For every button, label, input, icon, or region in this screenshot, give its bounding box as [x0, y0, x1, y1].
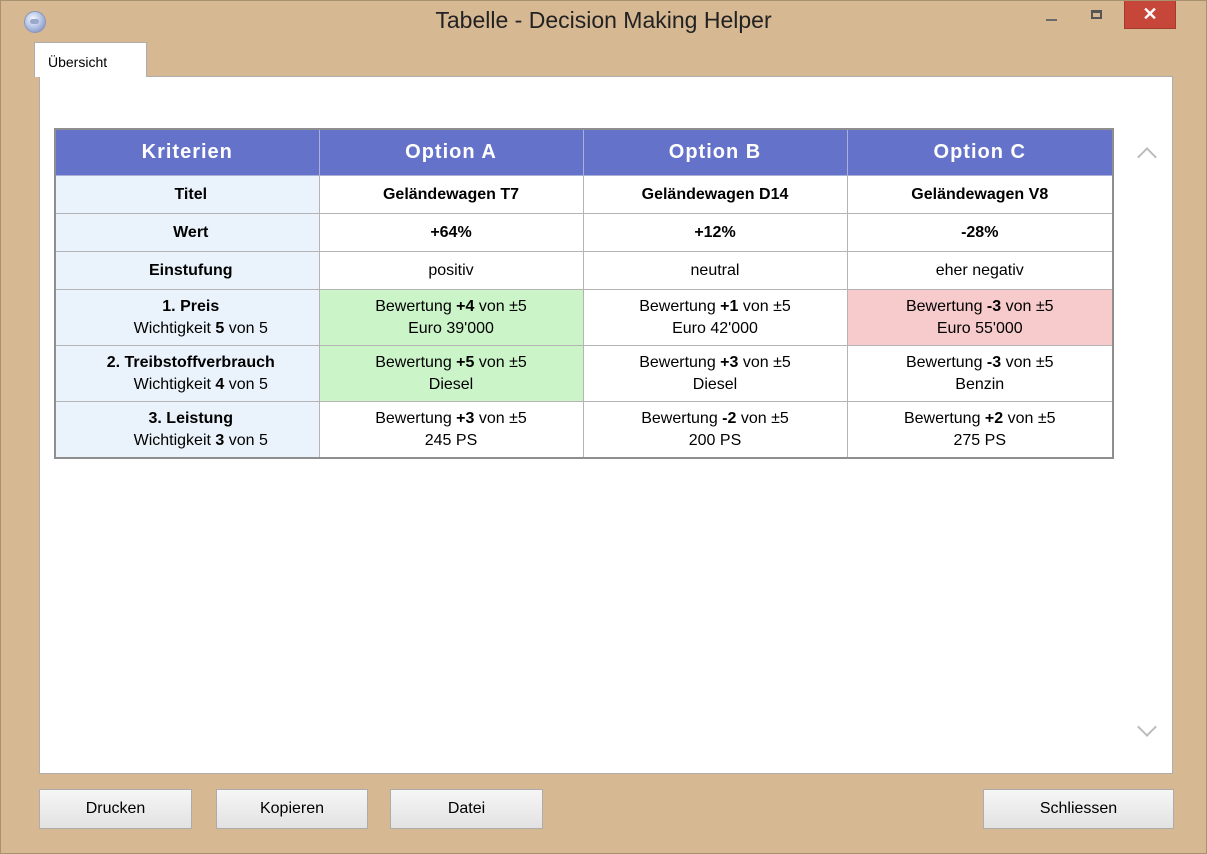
file-button[interactable]: Datei — [390, 789, 543, 829]
cell-title-b: Geländewagen D14 — [582, 175, 848, 214]
header-option-a: Option A — [318, 128, 584, 176]
header-option-c: Option C — [846, 128, 1114, 176]
maximize-button[interactable] — [1076, 1, 1116, 28]
scroll-down-icon[interactable] — [1137, 717, 1157, 737]
cell-title-a: Geländewagen T7 — [318, 175, 584, 214]
close-icon: ✕ — [1142, 4, 1158, 24]
close-button[interactable]: ✕ — [1124, 1, 1176, 29]
cell-wert-c: -28% — [846, 213, 1114, 252]
header-kriterien: Kriterien — [54, 128, 320, 176]
table-row: 3. Leistung Wichtigkeit 3 von 5 Bewertun… — [54, 401, 1114, 459]
cell-wert-a: +64% — [318, 213, 584, 252]
cell-einstufung-c: eher negativ — [846, 251, 1114, 290]
criterion-weight: Wichtigkeit 4 von 5 — [133, 375, 268, 393]
minimize-icon — [1045, 18, 1057, 21]
window-title: Tabelle - Decision Making Helper — [435, 7, 772, 33]
cell-verbrauch-a: Bewertung +5 von ±5 Diesel — [318, 345, 584, 402]
criterion-leistung: 3. Leistung Wichtigkeit 3 von 5 — [54, 401, 320, 459]
cell-leistung-a: Bewertung +3 von ±5 245 PS — [318, 401, 584, 459]
minimize-button[interactable] — [1031, 1, 1071, 28]
table-row: Wert +64% +12% -28% — [54, 213, 1114, 252]
cell-einstufung-b: neutral — [582, 251, 848, 290]
scroll-up-icon[interactable] — [1137, 147, 1157, 167]
table-row: Titel Geländewagen T7 Geländewagen D14 G… — [54, 175, 1114, 214]
copy-button[interactable]: Kopieren — [216, 789, 368, 829]
cell-preis-b: Bewertung +1 von ±5 Euro 42'000 — [582, 289, 848, 346]
table-row: 2. Treibstoffverbrauch Wichtigkeit 4 von… — [54, 345, 1114, 402]
table-row: 1. Preis Wichtigkeit 5 von 5 Bewertung +… — [54, 289, 1114, 346]
cell-leistung-b: Bewertung -2 von ±5 200 PS — [582, 401, 848, 459]
decision-table: Kriterien Option A Option B Option C Tit… — [54, 128, 1114, 459]
cell-verbrauch-b: Bewertung +3 von ±5 Diesel — [582, 345, 848, 402]
cell-preis-c: Bewertung -3 von ±5 Euro 55'000 — [846, 289, 1114, 346]
criterion-title: 1. Preis — [162, 297, 220, 315]
close-dialog-button[interactable]: Schliessen — [983, 789, 1174, 829]
cell-title-c: Geländewagen V8 — [846, 175, 1114, 214]
criterion-treibstoffverbrauch: 2. Treibstoffverbrauch Wichtigkeit 4 von… — [54, 345, 320, 402]
row-label-wert: Wert — [54, 213, 320, 252]
header-option-b: Option B — [582, 128, 848, 176]
row-label-einstufung: Einstufung — [54, 251, 320, 290]
maximize-icon — [1090, 10, 1102, 19]
criterion-preis: 1. Preis Wichtigkeit 5 von 5 — [54, 289, 320, 346]
vertical-scrollbar[interactable] — [1131, 128, 1167, 770]
cell-einstufung-a: positiv — [318, 251, 584, 290]
title-bar[interactable]: Tabelle - Decision Making Helper ✕ — [1, 1, 1206, 39]
criterion-weight: Wichtigkeit 3 von 5 — [133, 431, 268, 449]
table-row: Einstufung positiv neutral eher negativ — [54, 251, 1114, 290]
criterion-weight: Wichtigkeit 5 von 5 — [133, 319, 268, 337]
criterion-title: 3. Leistung — [148, 409, 233, 427]
print-button[interactable]: Drucken — [39, 789, 192, 829]
cell-verbrauch-c: Bewertung -3 von ±5 Benzin — [846, 345, 1114, 402]
cell-leistung-c: Bewertung +2 von ±5 275 PS — [846, 401, 1114, 459]
table-header-row: Kriterien Option A Option B Option C — [54, 128, 1114, 176]
cell-preis-a: Bewertung +4 von ±5 Euro 39'000 — [318, 289, 584, 346]
cell-wert-b: +12% — [582, 213, 848, 252]
criterion-title: 2. Treibstoffverbrauch — [106, 353, 275, 371]
row-label-titel: Titel — [54, 175, 320, 214]
tab-uebersicht[interactable]: Übersicht — [34, 42, 147, 77]
